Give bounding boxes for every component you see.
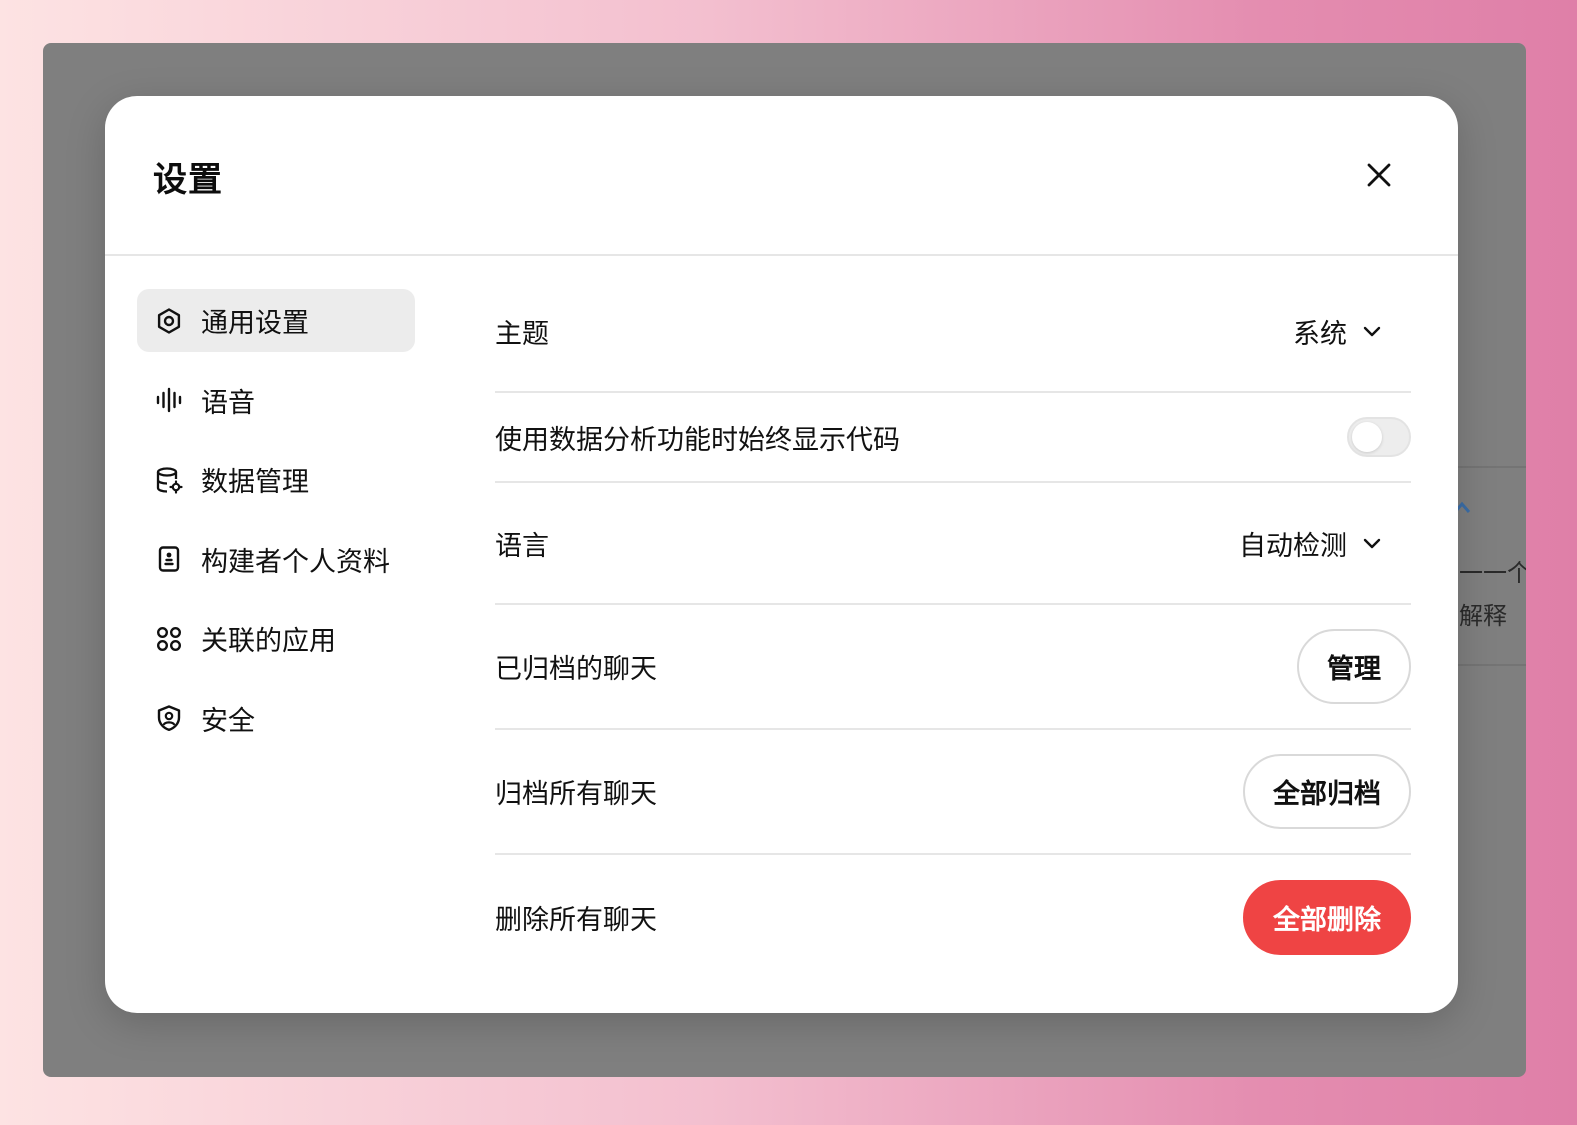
theme-value: 系统 xyxy=(1293,318,1347,350)
chevron-down-icon xyxy=(1361,320,1383,342)
gear-icon xyxy=(155,307,183,335)
background-card-text: 一一个 xyxy=(1459,559,1526,587)
archived-chats-row: 已归档的聊天 管理 xyxy=(495,605,1411,730)
sidebar-item-connected-apps[interactable]: 关联的应用 xyxy=(137,607,415,670)
audio-wave-icon xyxy=(155,386,183,414)
archive-all-button[interactable]: 全部归档 xyxy=(1243,754,1411,829)
language-value: 自动检测 xyxy=(1239,530,1347,562)
shield-user-icon xyxy=(155,704,183,732)
archived-chats-label: 已归档的聊天 xyxy=(495,654,657,685)
sidebar-item-security[interactable]: 安全 xyxy=(137,687,415,750)
sidebar-item-label: 数据管理 xyxy=(201,467,309,498)
sidebar-item-general[interactable]: 通用设置 xyxy=(137,289,415,352)
sidebar-item-label: 语音 xyxy=(201,387,255,419)
language-label: 语言 xyxy=(495,530,549,562)
apps-grid-icon xyxy=(155,625,183,653)
code-toggle-switch[interactable] xyxy=(1347,417,1411,457)
close-icon xyxy=(1367,163,1391,187)
chevron-down-icon xyxy=(1361,532,1383,554)
language-dropdown[interactable]: 自动检测 xyxy=(1239,524,1411,563)
sidebar-item-voice[interactable]: 语音 xyxy=(137,369,415,432)
archive-all-row: 归档所有聊天 全部归档 xyxy=(495,730,1411,855)
theme-label: 主题 xyxy=(495,318,549,350)
sidebar-item-builder-profile[interactable]: 构建者个人资料 xyxy=(137,528,415,591)
theme-row: 主题 系统 xyxy=(495,271,1411,393)
background-window: 一一个 解释 设置 通用设置 语音 数据管理 构建者个人资料 关联的应用 安全 … xyxy=(43,43,1526,1077)
toggle-knob xyxy=(1352,422,1382,452)
manage-archived-button[interactable]: 管理 xyxy=(1297,629,1411,704)
dialog-title: 设置 xyxy=(153,160,223,200)
archive-all-label: 归档所有聊天 xyxy=(495,779,657,810)
language-row: 语言 自动检测 xyxy=(495,483,1411,605)
dialog-header: 设置 xyxy=(105,96,1458,256)
id-card-icon xyxy=(155,545,183,573)
code-toggle-row: 使用数据分析功能时始终显示代码 xyxy=(495,393,1411,483)
sidebar-item-label: 构建者个人资料 xyxy=(201,546,390,578)
close-button[interactable] xyxy=(1362,158,1396,192)
sidebar-item-label: 通用设置 xyxy=(201,308,309,339)
background-card-text: 解释 xyxy=(1459,602,1507,630)
delete-all-row: 删除所有聊天 全部删除 xyxy=(495,855,1411,980)
settings-sidebar: 通用设置 语音 数据管理 构建者个人资料 关联的应用 安全 xyxy=(137,289,415,766)
code-toggle-label: 使用数据分析功能时始终显示代码 xyxy=(495,424,900,456)
delete-all-button[interactable]: 全部删除 xyxy=(1243,880,1411,955)
sidebar-item-data-management[interactable]: 数据管理 xyxy=(137,448,415,511)
theme-dropdown[interactable]: 系统 xyxy=(1293,312,1411,351)
sidebar-item-label: 安全 xyxy=(201,705,255,737)
settings-content: 主题 系统 使用数据分析功能时始终显示代码 语言 自动检测 已归档的聊天 管理 … xyxy=(495,271,1411,980)
database-gear-icon xyxy=(155,466,183,494)
settings-dialog: 设置 通用设置 语音 数据管理 构建者个人资料 关联的应用 安全 主题 系统 使… xyxy=(105,96,1458,1013)
delete-all-label: 删除所有聊天 xyxy=(495,905,657,936)
sidebar-item-label: 关联的应用 xyxy=(201,626,336,657)
